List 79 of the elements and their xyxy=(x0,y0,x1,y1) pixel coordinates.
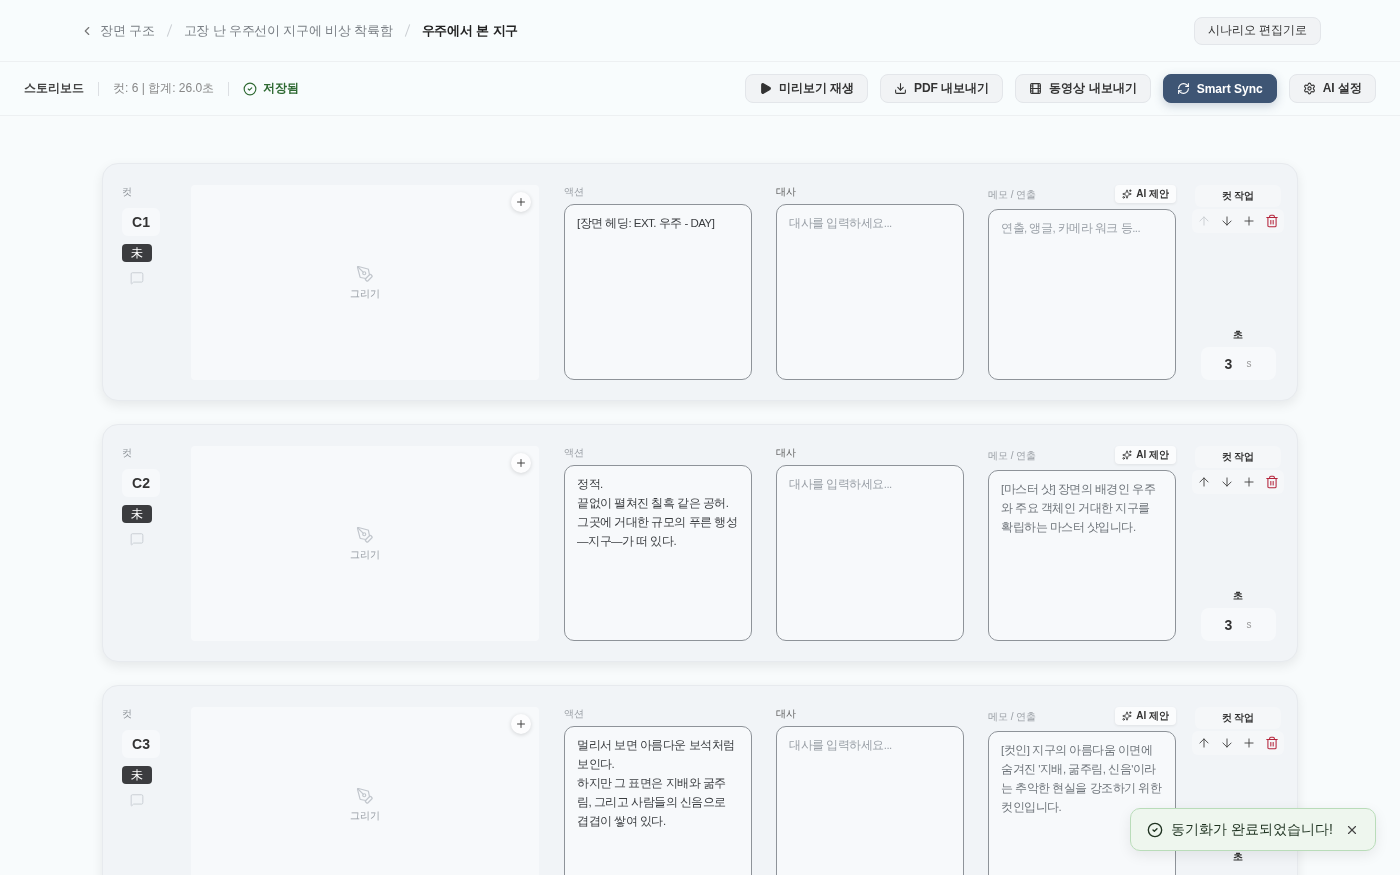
cut-number: C2 xyxy=(122,469,160,497)
duration-unit: s xyxy=(1246,619,1252,630)
cut-label: 컷 xyxy=(122,446,132,459)
trash-icon[interactable] xyxy=(1264,214,1279,228)
text-field[interactable]: 정적. 끝없이 펼쳐진 칠흑 같은 공허. 그곳에 거대한 규모의 푸른 행성—지구—가 떠 있다. xyxy=(564,465,752,641)
duration-unit: s xyxy=(1246,358,1252,369)
tools-label: 컷 작업 xyxy=(1195,185,1281,207)
pen-icon xyxy=(356,786,374,805)
text-field[interactable]: [장면 헤딩: EXT. 우주 - DAY] xyxy=(564,204,752,380)
check-circle-icon xyxy=(243,81,258,96)
plus-icon[interactable] xyxy=(1242,214,1257,228)
toolbar-button[interactable]: 동영상 내보내기 xyxy=(1015,74,1151,103)
toolbar-title: 스토리보드 xyxy=(24,80,84,97)
ai-suggest-button[interactable]: AI 제안 xyxy=(1115,446,1176,464)
refresh-icon xyxy=(1176,82,1190,95)
add-button[interactable] xyxy=(511,714,531,734)
sparkle-icon xyxy=(1122,711,1133,721)
plus-icon[interactable] xyxy=(1242,475,1257,489)
cut-label: 컷 xyxy=(122,707,132,720)
breadcrumb-link[interactable]: 고장 난 우주선이 지구에 비상 착륙함 xyxy=(183,21,393,40)
plus-icon xyxy=(515,457,527,469)
toolbar-button[interactable]: Smart Sync xyxy=(1162,74,1277,103)
field-label: 액션 xyxy=(564,446,584,459)
cut-number: C1 xyxy=(122,208,160,236)
toolbar-button[interactable]: AI 설정 xyxy=(1288,74,1376,103)
trash-icon[interactable] xyxy=(1264,475,1279,489)
duration-field[interactable]: 3 s xyxy=(1200,608,1276,641)
plus-icon xyxy=(515,718,527,730)
field-label: 액션 xyxy=(564,707,584,720)
field-label: 대사 xyxy=(776,707,796,720)
breadcrumb-link[interactable]: 우주에서 본 지구 xyxy=(421,21,519,40)
text-field[interactable]: 멀리서 보면 아름다운 보석처럼 보인다. 하지만 그 표면은 지배와 굶주림, 그리고 사람들의 신음으로 겹겹이 쌓여 있다. xyxy=(564,726,752,875)
field-label: 메모 / 연출 xyxy=(988,187,1037,201)
check-circle-icon xyxy=(1147,821,1164,838)
plus-icon xyxy=(515,196,527,208)
play-icon xyxy=(758,82,772,95)
duration-label: 초 xyxy=(1233,589,1243,602)
field-label: 액션 xyxy=(564,185,584,198)
field-label: 메모 / 연출 xyxy=(988,709,1037,723)
settings-icon xyxy=(1302,82,1316,95)
duration-label: 초 xyxy=(1233,850,1243,863)
duration-label: 초 xyxy=(1233,328,1243,341)
ai-suggest-button[interactable]: AI 제안 xyxy=(1115,185,1176,203)
download-icon xyxy=(893,82,907,95)
cut-label: 컷 xyxy=(122,185,132,198)
status-badge: 未 xyxy=(122,505,152,523)
arrow-up-icon[interactable] xyxy=(1197,736,1211,750)
toolbar-button[interactable]: 미리보기 재생 xyxy=(744,74,868,103)
duration-value: 3 xyxy=(1224,616,1233,633)
drawing-label: 그리기 xyxy=(350,547,380,562)
add-button[interactable] xyxy=(511,453,531,473)
trash-icon[interactable] xyxy=(1264,736,1279,750)
status-badge: 未 xyxy=(122,244,152,262)
duration-value: 3 xyxy=(1224,355,1233,372)
tools-label: 컷 작업 xyxy=(1195,707,1281,729)
cut-summary: 컷: 6 | 합계: 26.0초 xyxy=(113,80,215,97)
memo-field[interactable]: [마스터 샷] 장면의 배경인 우주와 주요 객체인 거대한 지구를 확립하는 마스터 샷입니다. xyxy=(988,470,1176,641)
status-badge: 未 xyxy=(122,766,152,784)
drawing-label: 그리기 xyxy=(350,286,380,301)
toolbar-button[interactable]: PDF 내보내기 xyxy=(879,74,1004,103)
sparkle-icon xyxy=(1122,189,1133,199)
field-label: 메모 / 연출 xyxy=(988,448,1037,462)
film-icon xyxy=(1029,82,1043,95)
drawing-label: 그리기 xyxy=(350,808,380,823)
pen-icon xyxy=(356,264,374,283)
tools-label: 컷 작업 xyxy=(1195,446,1281,468)
field-label: 대사 xyxy=(776,446,796,459)
plus-icon[interactable] xyxy=(1242,736,1257,750)
save-status: 저장됨 xyxy=(263,80,300,97)
breadcrumb-link[interactable]: 장면 구조 xyxy=(100,21,155,40)
ai-suggest-button[interactable]: AI 제안 xyxy=(1115,707,1176,725)
pen-icon xyxy=(356,525,374,544)
duration-field[interactable]: 3 s xyxy=(1200,347,1276,380)
add-button[interactable] xyxy=(511,192,531,212)
sparkle-icon xyxy=(1122,450,1133,460)
field-label: 대사 xyxy=(776,185,796,198)
arrow-up-icon[interactable] xyxy=(1197,475,1211,489)
editor-button[interactable]: 시나리오 편집기로 xyxy=(1193,16,1321,45)
cut-number: C3 xyxy=(122,730,160,758)
